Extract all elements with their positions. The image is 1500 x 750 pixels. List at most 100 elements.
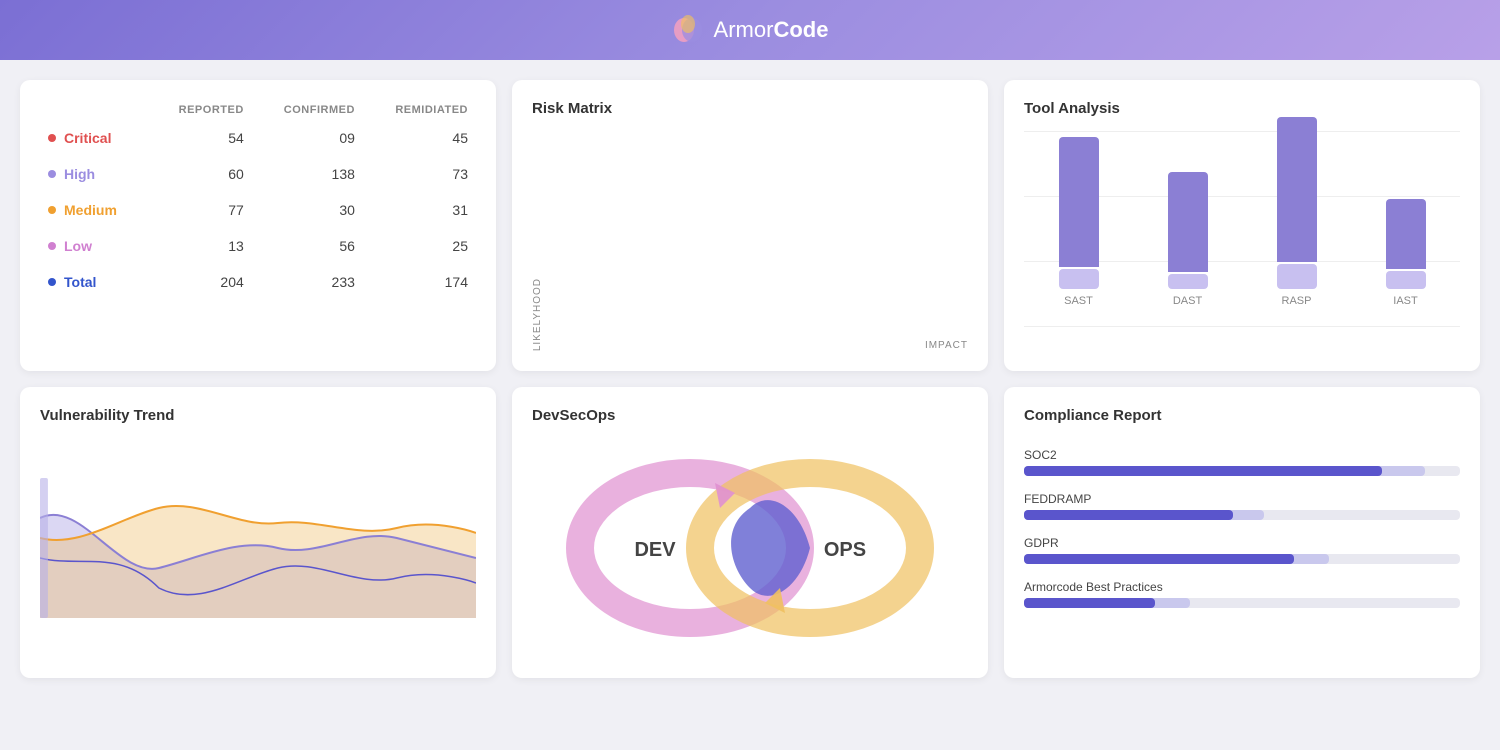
- remidiated-cell: 174: [363, 264, 476, 300]
- tool-bar-stack: [1277, 117, 1317, 289]
- risk-matrix-x-label: IMPACT: [549, 340, 968, 351]
- severity-cell: Low: [40, 228, 148, 264]
- tool-bar-secondary: [1277, 264, 1317, 289]
- tool-bar-primary: [1059, 137, 1099, 267]
- table-row: Critical 54 09 45: [40, 120, 476, 156]
- severity-dot: [48, 278, 56, 286]
- reported-cell: 13: [148, 228, 251, 264]
- col-header-remidiated: REMIDIATED: [363, 100, 476, 120]
- table-row: Low 13 56 25: [40, 228, 476, 264]
- reported-cell: 54: [148, 120, 251, 156]
- tool-label: IAST: [1393, 295, 1417, 307]
- tool-bar-secondary: [1059, 269, 1099, 289]
- compliance-item: Armorcode Best Practices: [1024, 580, 1460, 608]
- svg-text:DEV: DEV: [634, 539, 676, 561]
- app-header: ArmorCode: [0, 0, 1500, 60]
- tool-label: SAST: [1064, 295, 1093, 307]
- remidiated-cell: 25: [363, 228, 476, 264]
- tool-bar-primary: [1168, 172, 1208, 272]
- tool-bar-group: DAST: [1168, 172, 1208, 307]
- severity-dot: [48, 134, 56, 142]
- severity-dot: [48, 170, 56, 178]
- tool-bar-secondary: [1168, 274, 1208, 289]
- compliance-bar-bg: [1024, 466, 1460, 476]
- risk-matrix-title: Risk Matrix: [532, 100, 968, 117]
- confirmed-cell: 233: [252, 264, 363, 300]
- devsecops-container: DEV OPS: [532, 438, 968, 658]
- severity-label-text: Medium: [64, 202, 117, 218]
- dashboard-grid: REPORTED CONFIRMED REMIDIATED Critical 5…: [0, 60, 1500, 698]
- compliance-title: Compliance Report: [1024, 407, 1460, 424]
- tool-analysis-title: Tool Analysis: [1024, 100, 1460, 117]
- vuln-table: REPORTED CONFIRMED REMIDIATED Critical 5…: [40, 100, 476, 300]
- compliance-label: Armorcode Best Practices: [1024, 580, 1460, 594]
- tool-analysis-card: Tool Analysis SAST DAST RASP: [1004, 80, 1480, 371]
- tool-chart: SAST DAST RASP IAST: [1024, 131, 1460, 331]
- header-title: ArmorCode: [714, 17, 829, 43]
- col-header-reported: REPORTED: [148, 100, 251, 120]
- tool-label: RASP: [1282, 295, 1312, 307]
- compliance-label: FEDDRAMP: [1024, 492, 1460, 506]
- severity-label-text: Total: [64, 274, 96, 290]
- logo-icon: [672, 14, 704, 46]
- compliance-bar-primary: [1024, 466, 1382, 476]
- devsecops-title: DevSecOps: [532, 407, 968, 424]
- severity-label-text: Low: [64, 238, 92, 254]
- compliance-card: Compliance Report SOC2 FEDDRAMP GDPR Arm…: [1004, 387, 1480, 678]
- risk-matrix-grid: [549, 316, 968, 332]
- devsecops-card: DevSecOps DEV OPS: [512, 387, 988, 678]
- compliance-bar-primary: [1024, 554, 1294, 564]
- reported-cell: 77: [148, 192, 251, 228]
- severity-label-text: High: [64, 166, 95, 182]
- tool-bar-group: RASP: [1277, 117, 1317, 307]
- severity-cell: Total: [40, 264, 148, 300]
- col-header-confirmed: CONFIRMED: [252, 100, 363, 120]
- vuln-trend-title: Vulnerability Trend: [40, 407, 476, 424]
- confirmed-cell: 138: [252, 156, 363, 192]
- confirmed-cell: 09: [252, 120, 363, 156]
- compliance-item: FEDDRAMP: [1024, 492, 1460, 520]
- remidiated-cell: 45: [363, 120, 476, 156]
- risk-matrix-container: LIKELYHOOD IMPACT: [532, 131, 968, 351]
- severity-label-text: Critical: [64, 130, 111, 146]
- confirmed-cell: 30: [252, 192, 363, 228]
- table-row: High 60 138 73: [40, 156, 476, 192]
- col-header-severity: [40, 100, 148, 120]
- table-row: Total 204 233 174: [40, 264, 476, 300]
- compliance-bar-bg: [1024, 510, 1460, 520]
- compliance-item: GDPR: [1024, 536, 1460, 564]
- reported-cell: 204: [148, 264, 251, 300]
- tool-label: DAST: [1173, 295, 1202, 307]
- remidiated-cell: 31: [363, 192, 476, 228]
- compliance-bar-primary: [1024, 510, 1233, 520]
- tool-bar-group: SAST: [1059, 137, 1099, 307]
- vuln-table-card: REPORTED CONFIRMED REMIDIATED Critical 5…: [20, 80, 496, 371]
- remidiated-cell: 73: [363, 156, 476, 192]
- confirmed-cell: 56: [252, 228, 363, 264]
- compliance-bar-primary: [1024, 598, 1155, 608]
- compliance-label: GDPR: [1024, 536, 1460, 550]
- tool-bar-stack: [1059, 137, 1099, 289]
- tool-bar-primary: [1277, 117, 1317, 262]
- compliance-bar-bg: [1024, 554, 1460, 564]
- tool-bar-stack: [1168, 172, 1208, 289]
- severity-dot: [48, 242, 56, 250]
- table-row: Medium 77 30 31: [40, 192, 476, 228]
- tool-bar-primary: [1386, 199, 1426, 269]
- compliance-label: SOC2: [1024, 448, 1460, 462]
- tool-bar-secondary: [1386, 271, 1426, 289]
- reported-cell: 60: [148, 156, 251, 192]
- compliance-item: SOC2: [1024, 448, 1460, 476]
- severity-cell: High: [40, 156, 148, 192]
- tool-bar-group: IAST: [1386, 199, 1426, 307]
- trend-chart: [40, 438, 476, 618]
- vuln-trend-card: Vulnerability Trend: [20, 387, 496, 678]
- severity-cell: Critical: [40, 120, 148, 156]
- compliance-bars: SOC2 FEDDRAMP GDPR Armorcode Best Practi…: [1024, 438, 1460, 608]
- compliance-bar-bg: [1024, 598, 1460, 608]
- devsecops-diagram: DEV OPS: [560, 448, 940, 648]
- svg-text:OPS: OPS: [824, 539, 866, 561]
- severity-dot: [48, 206, 56, 214]
- tool-bar-stack: [1386, 199, 1426, 289]
- risk-matrix-card: Risk Matrix LIKELYHOOD IMPACT: [512, 80, 988, 371]
